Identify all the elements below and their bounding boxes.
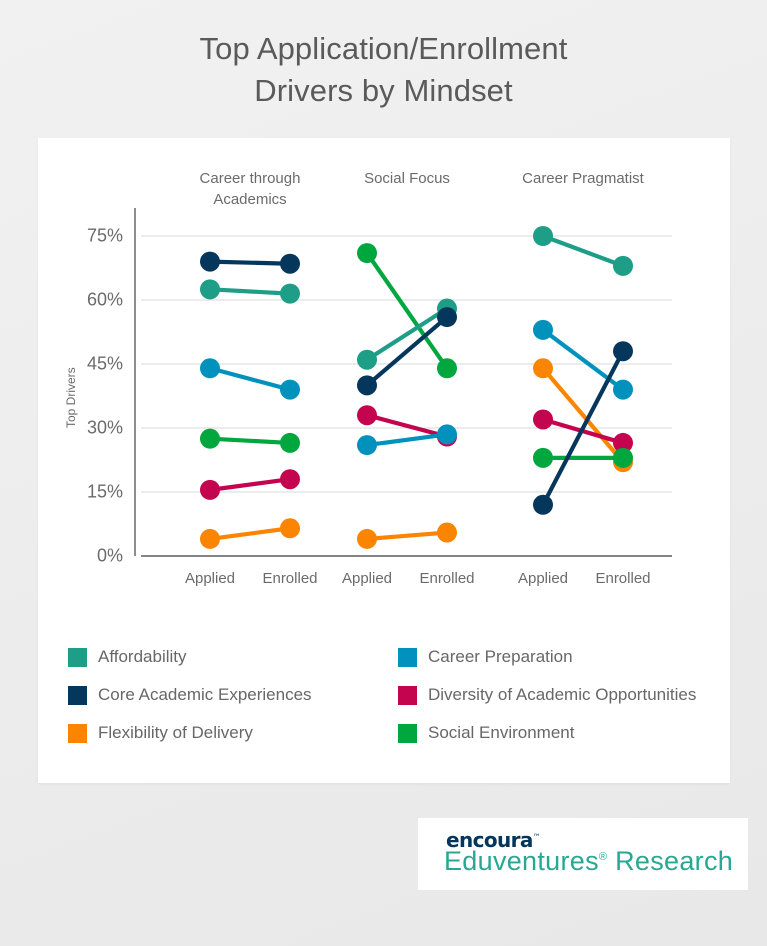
- legend-color-swatch: [68, 685, 87, 705]
- series-line: [207, 526, 293, 542]
- data-point: [357, 528, 377, 549]
- series-line: [364, 432, 450, 448]
- legend-color-swatch: [398, 723, 417, 743]
- data-point: [357, 405, 377, 426]
- legend-row: Affordability Career Preparation: [68, 638, 728, 676]
- legend-row: Core Academic Experiences Diversity of Ac…: [68, 676, 728, 714]
- data-point: [280, 253, 300, 274]
- x-axis-tick-label: Applied: [517, 570, 569, 587]
- data-point: [533, 447, 553, 468]
- page-background: Top Application/Enrollment Drivers by Mi…: [0, 0, 767, 946]
- data-point: [200, 428, 220, 449]
- data-point: [357, 349, 377, 370]
- data-point: [200, 528, 220, 549]
- y-axis-tick-label: 15%: [86, 481, 123, 502]
- data-point: [613, 379, 633, 400]
- data-point: [280, 379, 300, 400]
- data-point: [200, 479, 220, 500]
- legend-row: Flexibility of Delivery Social Environmen…: [68, 714, 728, 752]
- series-line: [207, 287, 293, 296]
- data-point: [533, 358, 553, 379]
- panel-title: Social Focus: [364, 170, 450, 187]
- data-point: [357, 243, 377, 264]
- series-line: [364, 530, 450, 542]
- eduventures-text: Eduventures: [444, 846, 599, 876]
- data-point: [437, 424, 457, 445]
- data-point: [280, 432, 300, 453]
- data-point: [200, 358, 220, 379]
- data-point: [280, 469, 300, 490]
- y-axis-title: Top Drivers: [64, 367, 78, 428]
- data-point: [437, 358, 457, 379]
- legend-label: Core Academic Experiences: [98, 685, 312, 704]
- legend-item[interactable]: Flexibility of Delivery: [68, 723, 398, 743]
- data-point: [437, 307, 457, 328]
- x-axis-tick-label: Applied: [184, 570, 236, 587]
- legend-item[interactable]: Core Academic Experiences: [68, 685, 398, 705]
- encoura-eduventures-logo: encoura™ Eduventures® Research: [418, 818, 748, 890]
- data-point: [280, 518, 300, 539]
- data-point: [200, 279, 220, 300]
- legend-label: Diversity of Academic Opportunities: [428, 685, 697, 704]
- legend-label: Social Environment: [428, 723, 575, 742]
- legend-item[interactable]: Affordability: [68, 647, 398, 667]
- series-line: [207, 366, 293, 392]
- legend-color-swatch: [398, 647, 417, 667]
- data-point: [533, 409, 553, 430]
- legend-item[interactable]: Social Environment: [398, 723, 728, 743]
- legend-item[interactable]: Diversity of Academic Opportunities: [398, 685, 728, 705]
- trademark-symbol: ™: [532, 832, 541, 842]
- legend-color-swatch: [68, 723, 87, 743]
- legend-label: Affordability: [98, 647, 187, 666]
- data-point: [357, 375, 377, 396]
- data-point: [280, 283, 300, 304]
- y-axis-tick-label: 60%: [86, 289, 123, 310]
- data-point: [613, 447, 633, 468]
- x-axis-tick-label: Applied: [341, 570, 393, 587]
- data-point: [613, 341, 633, 362]
- data-point: [533, 226, 553, 246]
- x-axis-tick-label: Enrolled: [419, 570, 475, 587]
- data-point: [437, 522, 457, 543]
- panel-title: Career Pragmatist: [522, 170, 644, 187]
- data-point: [613, 255, 633, 276]
- chart-legend: Affordability Career Preparation Core Acad…: [68, 638, 728, 752]
- research-text: Research: [607, 846, 734, 876]
- page-title: Top Application/Enrollment Drivers by Mi…: [199, 31, 568, 108]
- y-axis-tick-label: 75%: [86, 225, 123, 246]
- data-point: [200, 251, 220, 272]
- series-line: [364, 413, 450, 439]
- legend-label: Flexibility of Delivery: [98, 723, 253, 742]
- legend-label: Career Preparation: [428, 647, 573, 666]
- series-line: [207, 259, 293, 266]
- chart-card: 0% 15% 30% 45% 60% 75% Top Drivers Career throu…: [38, 138, 730, 783]
- x-axis-tick-label: Enrolled: [595, 570, 651, 587]
- data-point: [533, 494, 553, 515]
- eduventures-research-wordmark: Eduventures® Research: [444, 846, 733, 877]
- data-point: [357, 435, 377, 456]
- legend-color-swatch: [68, 647, 87, 667]
- panel-title: Career through Academics: [199, 170, 301, 208]
- legend-color-swatch: [398, 685, 417, 705]
- series-line: [207, 436, 293, 446]
- data-point: [533, 319, 553, 340]
- series-line: [540, 233, 626, 268]
- series-line: [207, 477, 293, 492]
- y-axis-tick-label: 0%: [96, 545, 123, 566]
- legend-item[interactable]: Career Preparation: [398, 647, 728, 667]
